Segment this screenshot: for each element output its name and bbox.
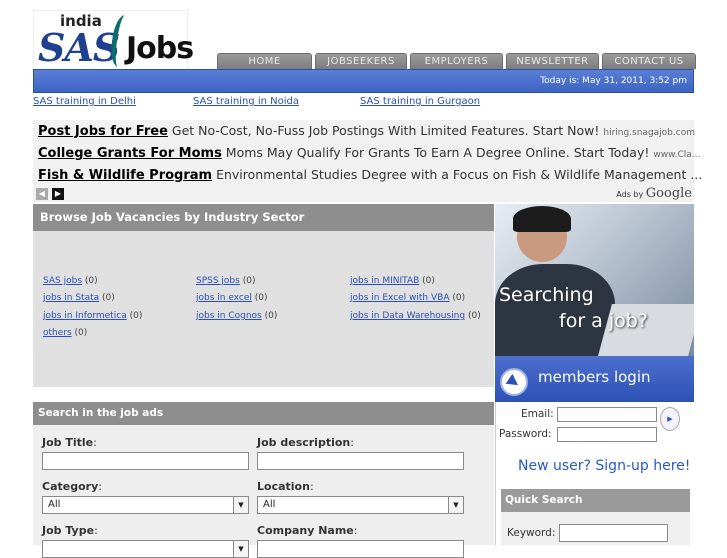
- location-label: Location:: [257, 480, 314, 493]
- company-name-label: Company Name:: [257, 524, 358, 537]
- nav-newsletter[interactable]: NEWSLETTER: [506, 53, 599, 69]
- keyword-input[interactable]: [559, 524, 668, 542]
- category-link-stata[interactable]: jobs in Stata: [43, 293, 99, 303]
- quick-search-panel: Quick Search Keyword:: [501, 489, 690, 545]
- logo-jobs: Jobs: [126, 31, 194, 66]
- ads-prev-icon[interactable]: ◀: [36, 188, 48, 200]
- members-login-label: members login: [538, 368, 651, 386]
- ad-url[interactable]: hiring.snagajob.com: [603, 128, 695, 138]
- category-link-spss[interactable]: SPSS jobs: [196, 276, 240, 286]
- link-sas-training-gurgaon[interactable]: SAS training in Gurgaon: [360, 96, 480, 107]
- job-type-label: Job Type:: [42, 524, 98, 537]
- category-item: others (0): [43, 328, 88, 338]
- ad-text: Moms May Qualify For Grants To Earn A De…: [225, 145, 650, 160]
- site-logo[interactable]: india SAS Jobs: [33, 10, 194, 70]
- ad-url[interactable]: www.Cla...: [653, 150, 700, 160]
- location-select[interactable]: All ▼: [257, 496, 464, 514]
- category-link-excel-vba[interactable]: jobs in Excel with VBA: [350, 293, 449, 303]
- keyword-label: Keyword:: [507, 527, 556, 539]
- job-title-label: Job Title:: [42, 436, 97, 449]
- ad-text: Environmental Studies Degree with a Focu…: [216, 167, 703, 182]
- category-item: jobs in excel (0): [196, 293, 268, 303]
- ad-headline[interactable]: Fish & Wildlife Program: [38, 168, 212, 183]
- email-label: Email:: [521, 408, 554, 420]
- ad-headline[interactable]: College Grants For Moms: [38, 146, 222, 161]
- job-title-input[interactable]: [42, 452, 249, 470]
- arrow-circle-icon: [500, 368, 528, 396]
- quick-search-title: Quick Search: [501, 489, 690, 512]
- ad-item[interactable]: Fish & Wildlife Program Environmental St…: [38, 167, 702, 183]
- nav-jobseekers[interactable]: JOBSEEKERS: [315, 53, 407, 69]
- browse-title: Browse Job Vacancies by Industry Sector: [33, 204, 494, 231]
- category-item: SPSS jobs (0): [196, 276, 256, 286]
- main-nav: HOME JOBSEEKERS EMPLOYERS NEWSLETTER CON…: [217, 53, 696, 69]
- category-link-minitab[interactable]: jobs in MINITAB: [350, 276, 419, 286]
- login-panel: Email: Password: ▶ New user? Sign-up her…: [495, 402, 694, 545]
- password-label: Password:: [499, 428, 552, 440]
- ad-item[interactable]: College Grants For Moms Moms May Qualify…: [38, 145, 700, 161]
- category-link-sas[interactable]: SAS jobs: [43, 276, 82, 286]
- location-select-value: All: [263, 499, 276, 510]
- promo-person-hair: [513, 206, 571, 232]
- job-description-input[interactable]: [257, 452, 464, 470]
- category-item: jobs in Stata (0): [43, 293, 115, 303]
- category-link-others[interactable]: others: [43, 328, 72, 338]
- nav-contact-us[interactable]: CONTACT US: [602, 53, 696, 69]
- chevron-down-icon[interactable]: ▼: [448, 497, 463, 513]
- current-date: Today is: May 31, 2011, 3:52 pm: [540, 76, 687, 86]
- category-item: jobs in Excel with VBA (0): [350, 293, 466, 303]
- ads-block: Post Jobs for Free Get No-Cost, No-Fuss …: [33, 120, 702, 202]
- promo-line2: for a job?: [559, 310, 648, 332]
- signup-link[interactable]: New user? Sign-up here!: [518, 458, 690, 474]
- ads-next-icon[interactable]: ▶: [52, 188, 64, 200]
- link-sas-training-noida[interactable]: SAS training in Noida: [193, 96, 299, 107]
- ad-headline[interactable]: Post Jobs for Free: [38, 124, 168, 139]
- category-select[interactable]: All ▼: [42, 496, 249, 514]
- link-sas-training-delhi[interactable]: SAS training in Delhi: [33, 96, 136, 107]
- category-item: jobs in Data Warehousing (0): [350, 311, 481, 321]
- category-item: jobs in MINITAB (0): [350, 276, 435, 286]
- nav-employers[interactable]: EMPLOYERS: [410, 53, 503, 69]
- ad-text: Get No-Cost, No-Fuss Job Postings With L…: [171, 123, 600, 138]
- login-go-button[interactable]: ▶: [660, 407, 680, 431]
- job-description-label: Job description:: [257, 436, 354, 449]
- category-link-cognos[interactable]: jobs in Cognos: [196, 311, 262, 321]
- chevron-down-icon[interactable]: ▼: [233, 497, 248, 513]
- nav-home[interactable]: HOME: [217, 53, 312, 69]
- category-select-value: All: [48, 499, 61, 510]
- promo-line1: Searching: [499, 284, 594, 306]
- category-link-data-warehousing[interactable]: jobs in Data Warehousing: [350, 311, 465, 321]
- category-link-excel[interactable]: jobs in excel: [196, 293, 252, 303]
- company-name-input[interactable]: [257, 540, 464, 558]
- category-link-informetica[interactable]: jobs in Informetica: [43, 311, 127, 321]
- promo-banner[interactable]: Searching for a job?: [495, 204, 694, 356]
- search-title: Search in the job ads: [33, 402, 494, 425]
- ads-by-google[interactable]: Ads by Google: [616, 186, 692, 201]
- password-field[interactable]: [557, 427, 657, 442]
- category-item: jobs in Informetica (0): [43, 311, 143, 321]
- email-field[interactable]: [557, 407, 657, 422]
- category-item: jobs in Cognos (0): [196, 311, 278, 321]
- chevron-down-icon[interactable]: ▼: [233, 541, 248, 557]
- logo-sas: SAS: [38, 25, 120, 70]
- ads-by-prefix: Ads by: [616, 190, 644, 199]
- category-item: SAS jobs (0): [43, 276, 98, 286]
- job-type-select[interactable]: ▼: [42, 540, 249, 558]
- google-brand: Google: [645, 186, 692, 201]
- category-label: Category:: [42, 480, 102, 493]
- date-bar: Today is: May 31, 2011, 3:52 pm: [33, 69, 694, 93]
- browse-sectors: Browse Job Vacancies by Industry Sector …: [33, 204, 494, 387]
- job-search-panel: Search in the job ads Job Title: Job des…: [33, 402, 494, 558]
- members-login-bar[interactable]: members login: [495, 356, 694, 402]
- ad-item[interactable]: Post Jobs for Free Get No-Cost, No-Fuss …: [38, 123, 695, 139]
